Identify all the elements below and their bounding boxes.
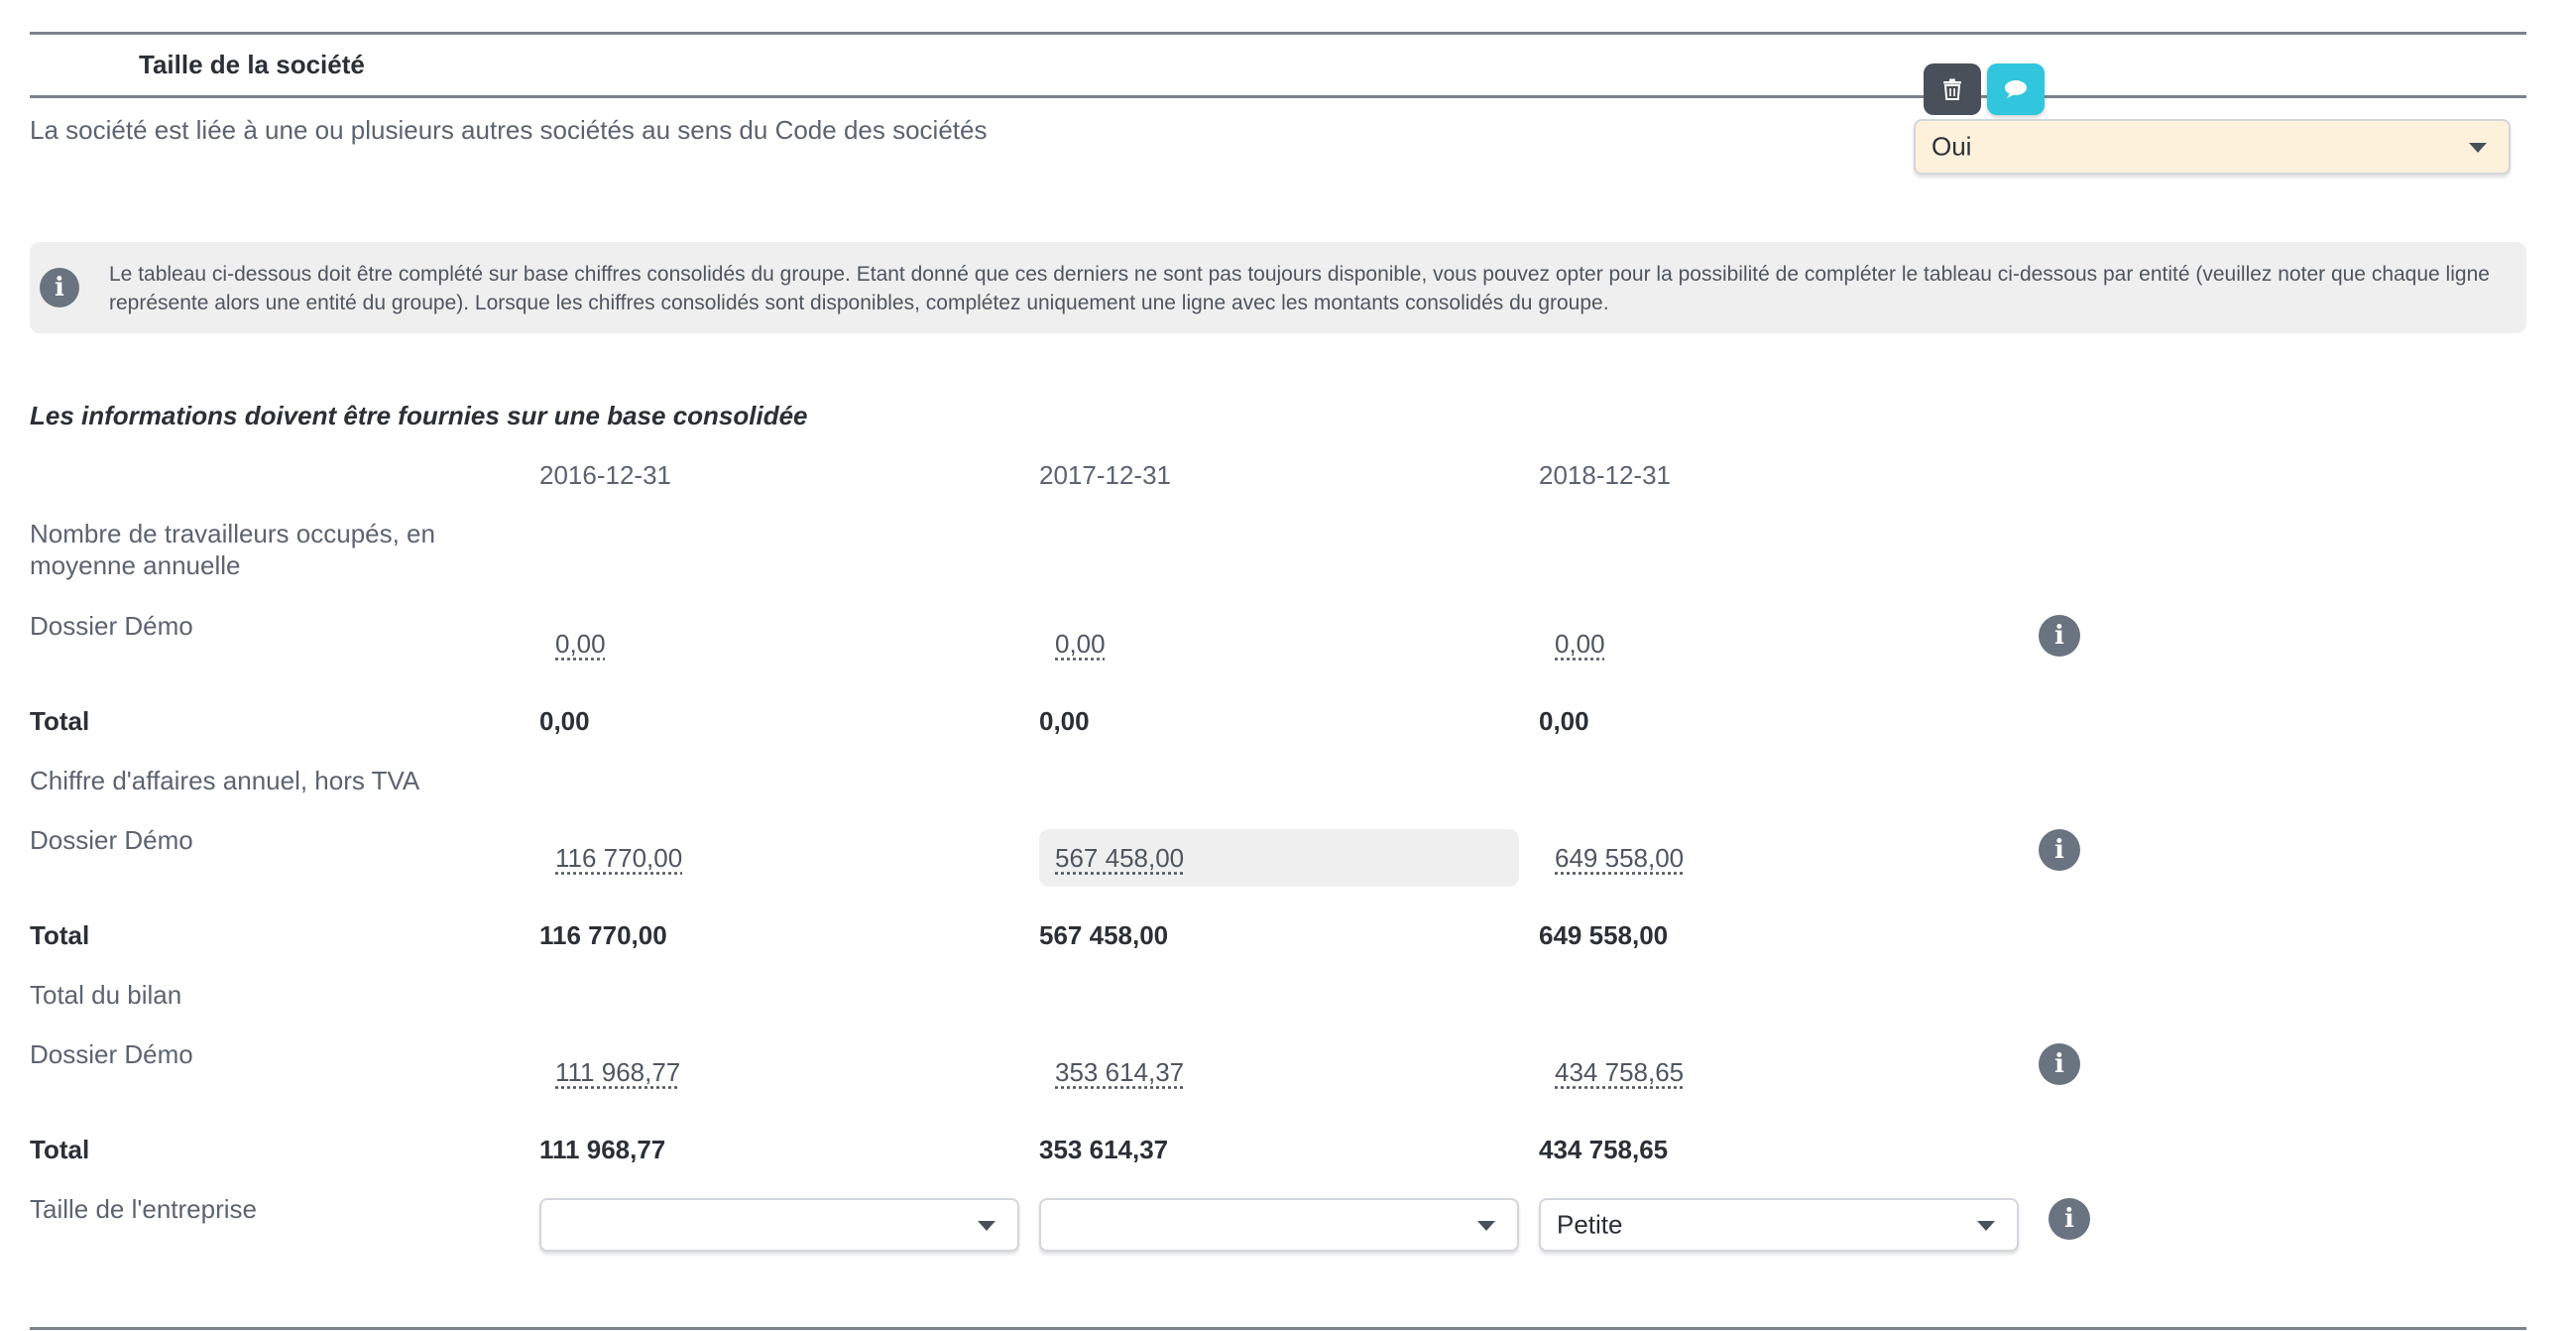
balance-section-title: Total du bilan bbox=[30, 980, 182, 1010]
linked-company-question: La société est liée à une ou plusieurs a… bbox=[30, 115, 988, 145]
company-size-2017-select[interactable] bbox=[1039, 1198, 1519, 1252]
section-header-divider bbox=[30, 95, 2526, 98]
section-title: Taille de la société bbox=[139, 50, 365, 79]
employees-info-icon[interactable]: i bbox=[2039, 615, 2080, 657]
chevron-down-icon bbox=[1477, 1221, 1495, 1231]
year-header-2017: 2017-12-31 bbox=[1039, 460, 1171, 490]
employees-total-label: Total bbox=[30, 706, 90, 736]
company-size-info-icon[interactable]: i bbox=[2049, 1198, 2090, 1240]
turnover-2016-input[interactable]: 116 770,00 bbox=[555, 843, 682, 874]
turnover-info-icon[interactable]: i bbox=[2039, 829, 2080, 871]
employees-2016-input[interactable]: 0,00 bbox=[555, 629, 606, 660]
balance-2017-input[interactable]: 353 614,37 bbox=[1055, 1057, 1184, 1088]
company-size-2018-value: Petite bbox=[1557, 1209, 1623, 1240]
turnover-2017-input[interactable]: 567 458,00 bbox=[1055, 843, 1184, 874]
trash-icon bbox=[1943, 78, 1961, 100]
section-bottom-divider bbox=[30, 1327, 2526, 1330]
turnover-total-2018: 649 558,00 bbox=[1539, 920, 1669, 950]
company-size-2018-select[interactable]: Petite bbox=[1539, 1198, 2019, 1252]
company-size-2016-select[interactable] bbox=[539, 1198, 1019, 1252]
employees-entity-label: Dossier Démo bbox=[30, 611, 193, 641]
balance-info-icon[interactable]: i bbox=[2039, 1043, 2080, 1085]
balance-total-2018: 434 758,65 bbox=[1539, 1135, 1669, 1164]
employees-2017-input[interactable]: 0,00 bbox=[1055, 629, 1106, 660]
comment-icon bbox=[2005, 80, 2027, 98]
balance-2018-input[interactable]: 434 758,65 bbox=[1555, 1057, 1684, 1088]
comment-button[interactable] bbox=[1987, 63, 2045, 115]
employees-total-2018: 0,00 bbox=[1539, 706, 1589, 736]
balance-2016-input[interactable]: 111 968,77 bbox=[555, 1057, 680, 1088]
balance-total-2016: 111 968,77 bbox=[539, 1135, 666, 1164]
employees-section-title: Nombre de travailleurs occupés, en moyen… bbox=[30, 519, 435, 580]
employees-total-2017: 0,00 bbox=[1039, 706, 1090, 736]
year-header-2016: 2016-12-31 bbox=[539, 460, 671, 490]
turnover-total-2016: 116 770,00 bbox=[539, 920, 667, 950]
section-top-divider bbox=[30, 32, 2526, 35]
employees-2018-input[interactable]: 0,00 bbox=[1555, 629, 1605, 660]
year-header-2018: 2018-12-31 bbox=[1539, 460, 1671, 490]
info-icon: i bbox=[40, 268, 79, 307]
balance-entity-label: Dossier Démo bbox=[30, 1039, 193, 1069]
chevron-down-icon bbox=[2469, 143, 2487, 153]
delete-button[interactable] bbox=[1924, 63, 1981, 115]
turnover-2018-input[interactable]: 649 558,00 bbox=[1555, 843, 1684, 874]
turnover-entity-label: Dossier Démo bbox=[30, 825, 193, 855]
turnover-section-title: Chiffre d'affaires annuel, hors TVA bbox=[30, 766, 420, 795]
balance-total-2017: 353 614,37 bbox=[1039, 1135, 1169, 1164]
company-size-label: Taille de l'entreprise bbox=[30, 1194, 257, 1224]
info-callout-text: Le tableau ci-dessous doit être complété… bbox=[109, 263, 2490, 314]
chevron-down-icon bbox=[1977, 1221, 1995, 1231]
balance-total-label: Total bbox=[30, 1135, 90, 1164]
linked-company-select-value: Oui bbox=[1932, 131, 1972, 162]
turnover-total-2017: 567 458,00 bbox=[1039, 920, 1169, 950]
consolidated-subtitle: Les informations doivent être fournies s… bbox=[30, 401, 808, 430]
employees-total-2016: 0,00 bbox=[539, 706, 590, 736]
chevron-down-icon bbox=[978, 1221, 995, 1231]
linked-company-select[interactable]: Oui bbox=[1914, 119, 2511, 175]
turnover-total-label: Total bbox=[30, 920, 90, 950]
